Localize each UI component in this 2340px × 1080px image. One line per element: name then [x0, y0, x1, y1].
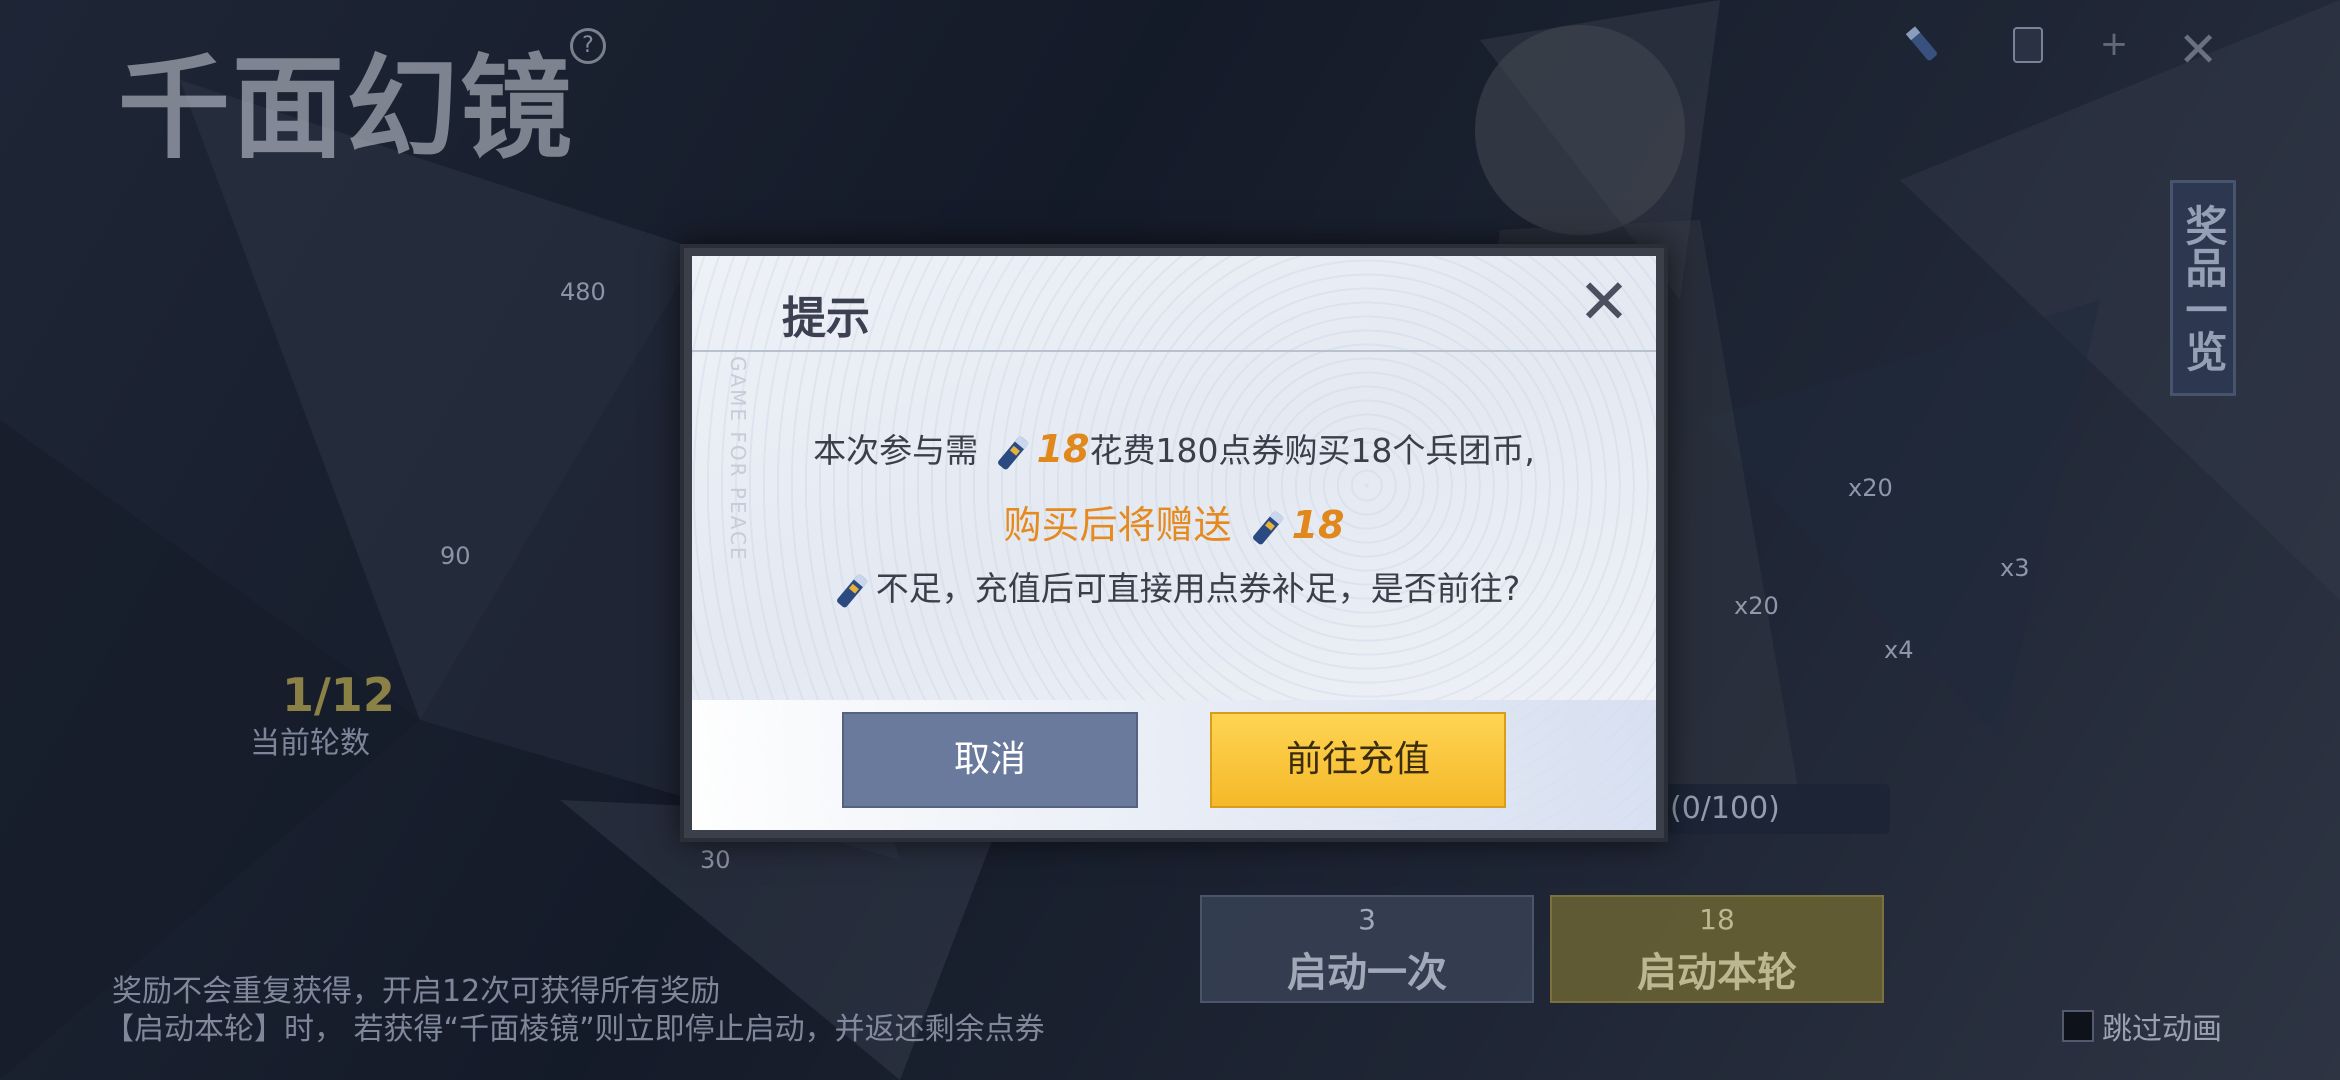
cost-label: 30	[700, 846, 731, 874]
reward-quantity: x4	[1884, 636, 1914, 664]
token-icon	[997, 434, 1029, 469]
dialog-message-line-2: 购买后将赠送 18	[692, 494, 1656, 549]
dialog-message-line-1: 本次参与需 18花费180点券购买18个兵团币,	[692, 424, 1656, 473]
go-recharge-button[interactable]: 前往充值	[1210, 712, 1506, 808]
msg3-text: 不足，充值后可直接用点券补足，是否前往?	[875, 569, 1521, 608]
cost-label: 480	[560, 278, 606, 306]
start-once-button[interactable]: 3 启动一次	[1200, 895, 1534, 1003]
rule-text-2: 【启动本轮】时， 若获得“千面棱镜”则立即停止启动，并返还剩余点券	[104, 1012, 1045, 1047]
dialog-close-button[interactable]: ✕	[1574, 271, 1634, 334]
dialog-title: 提示	[782, 293, 870, 344]
round-label: 当前轮数	[250, 726, 370, 761]
msg1-suffix: 花费180点券购买18个兵团币,	[1089, 431, 1535, 470]
msg2-text: 购买后将赠送	[1003, 503, 1232, 547]
help-icon[interactable]: ?	[570, 28, 606, 64]
prize-list-tab[interactable]: 奖品一览	[2170, 180, 2236, 396]
dialog-panel: 提示 ✕ GAME FOR PEACE 本次参与需 18花费180点券购买18个…	[692, 256, 1656, 830]
cost-label: 90	[440, 542, 471, 570]
reward-quantity: x20	[1734, 592, 1779, 620]
start-once-cost: 3	[1358, 903, 1376, 936]
start-round-label: 启动本轮	[1637, 950, 1797, 996]
token-icon	[836, 572, 868, 607]
cancel-button[interactable]: 取消	[842, 712, 1138, 808]
resource-token	[1900, 18, 1964, 70]
game-title: 千面幻镜	[118, 44, 574, 174]
skip-animation-label: 跳过动画	[2102, 1012, 2222, 1047]
resource-card	[2006, 18, 2070, 70]
dialog-footer: 取消 前往充值	[692, 700, 1656, 830]
page-close-icon[interactable]: ✕	[2178, 22, 2218, 78]
msg1-token-count: 18	[1036, 427, 1090, 471]
msg2-token-count: 18	[1291, 503, 1345, 547]
msg1-prefix: 本次参与需	[813, 431, 979, 470]
add-currency-button[interactable]: +	[2098, 27, 2130, 61]
close-icon: ✕	[1578, 265, 1630, 338]
prompt-dialog: 提示 ✕ GAME FOR PEACE 本次参与需 18花费180点券购买18个…	[680, 244, 1668, 842]
skip-animation-toggle[interactable]: 跳过动画	[2062, 1004, 2222, 1048]
dialog-divider	[692, 350, 1656, 352]
reward-quantity: x20	[1848, 474, 1893, 502]
token-icon	[1252, 509, 1284, 544]
dialog-message-line-3: 不足，充值后可直接用点券补足，是否前往?	[692, 562, 1656, 611]
progress-indicator: (0/100)	[1660, 784, 1890, 834]
start-once-label: 启动一次	[1287, 950, 1447, 996]
start-round-button[interactable]: 18 启动本轮	[1550, 895, 1884, 1003]
card-icon	[2013, 27, 2043, 63]
token-icon	[1905, 26, 1937, 61]
skip-animation-checkbox[interactable]	[2062, 1010, 2094, 1042]
round-counter: 1/12	[282, 668, 395, 722]
start-round-cost: 18	[1699, 903, 1735, 936]
reward-quantity: x3	[2000, 554, 2030, 582]
